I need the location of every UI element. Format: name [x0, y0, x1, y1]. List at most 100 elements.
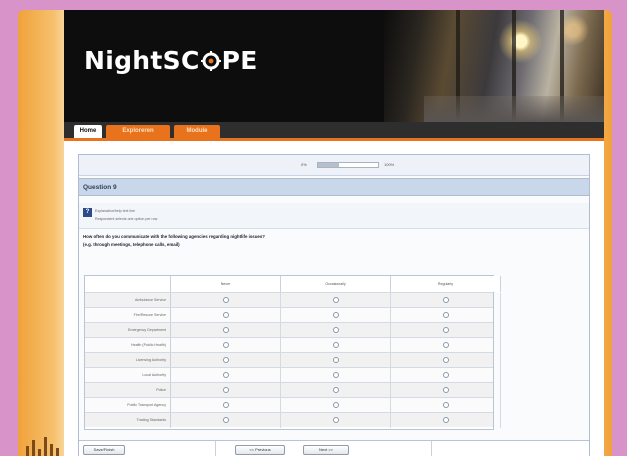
- answer-radio[interactable]: [223, 387, 229, 393]
- row-label: Emergency Department: [128, 328, 166, 332]
- answer-radio[interactable]: [223, 312, 229, 318]
- answer-radio[interactable]: [333, 417, 339, 423]
- help-line-1: Explanation/help text line: [95, 209, 135, 213]
- answer-radio[interactable]: [443, 402, 449, 408]
- answer-cell: [171, 383, 281, 398]
- column-header-label: Occasionally: [325, 282, 346, 286]
- help-icon[interactable]: ?: [83, 208, 92, 217]
- answer-cell: [391, 308, 501, 323]
- progress-fill: [318, 163, 339, 167]
- main-nav: Home Exploreren Module: [64, 122, 604, 138]
- survey-footer: Save/Finish << Previous Next >>: [79, 440, 589, 456]
- answer-cell: [171, 323, 281, 338]
- tab-module[interactable]: Module: [174, 125, 220, 138]
- row-label: Public Transport Agency: [127, 403, 166, 407]
- answer-cell: [171, 293, 281, 308]
- table-row: Health (Public Health): [85, 337, 501, 353]
- answer-radio[interactable]: [333, 312, 339, 318]
- answer-cell: [281, 293, 391, 308]
- answer-cell: [171, 413, 281, 428]
- night-street-photo: [384, 10, 604, 122]
- answer-radio[interactable]: [333, 327, 339, 333]
- table-row: Licensing Authority: [85, 352, 501, 368]
- footer-divider: [431, 441, 432, 456]
- row-label-cell: Health (Public Health): [85, 338, 171, 353]
- answer-radio[interactable]: [223, 297, 229, 303]
- survey-panel: 0% 100% Question 9 ? Explanation/help te…: [78, 154, 590, 456]
- row-label-cell: Licensing Authority: [85, 353, 171, 368]
- answer-radio[interactable]: [333, 342, 339, 348]
- answer-radio[interactable]: [333, 387, 339, 393]
- answer-cell: [391, 293, 501, 308]
- help-row: ? Explanation/help text line Respondent …: [79, 203, 589, 229]
- crosshair-icon: [200, 51, 221, 71]
- site-logo[interactable]: NightSC PE: [84, 46, 258, 75]
- table-row: Emergency Department: [85, 322, 501, 338]
- answer-radio[interactable]: [443, 327, 449, 333]
- row-label-cell: Emergency Department: [85, 323, 171, 338]
- answer-radio[interactable]: [443, 387, 449, 393]
- next-button[interactable]: Next >>: [303, 445, 349, 455]
- answer-radio[interactable]: [443, 342, 449, 348]
- progress-bar: [317, 162, 379, 168]
- tab-home[interactable]: Home: [74, 125, 102, 138]
- row-label: Fire/Rescue Service: [133, 313, 166, 317]
- tab-module-label: Module: [186, 128, 208, 134]
- answer-cell: [281, 398, 391, 413]
- previous-button[interactable]: << Previous: [235, 445, 285, 455]
- save-finish-button[interactable]: Save/Finish: [83, 445, 125, 455]
- answer-radio[interactable]: [223, 402, 229, 408]
- answer-cell: [391, 398, 501, 413]
- nightscope-site: NightSC PE Home Exploreren Module 0% 100…: [64, 10, 604, 456]
- answer-cell: [391, 323, 501, 338]
- answer-radio[interactable]: [443, 417, 449, 423]
- row-label: Licensing Authority: [135, 358, 166, 362]
- row-label-cell: Local Authority: [85, 368, 171, 383]
- answer-cell: [171, 338, 281, 353]
- question-text-line-2: (e.g. through meetings, telephone calls,…: [83, 242, 180, 247]
- answer-radio[interactable]: [223, 417, 229, 423]
- question-text-line-1: How often do you communicate with the fo…: [83, 234, 265, 239]
- question-text: How often do you communicate with the fo…: [79, 232, 589, 260]
- grid-header-empty: [85, 276, 171, 292]
- nav-underline: [64, 138, 604, 141]
- answer-cell: [281, 413, 391, 428]
- answer-radio[interactable]: [333, 357, 339, 363]
- answer-cell: [391, 353, 501, 368]
- answer-cell: [281, 368, 391, 383]
- answer-radio[interactable]: [443, 312, 449, 318]
- site-header: NightSC PE: [64, 10, 604, 122]
- column-header-label: Regularly: [437, 282, 454, 286]
- answer-cell: [281, 383, 391, 398]
- answer-radio[interactable]: [223, 327, 229, 333]
- answer-cell: [171, 368, 281, 383]
- answer-radio[interactable]: [443, 372, 449, 378]
- table-row: Police: [85, 382, 501, 398]
- answer-radio[interactable]: [443, 357, 449, 363]
- answer-radio[interactable]: [333, 402, 339, 408]
- progress-end-label: 100%: [384, 162, 395, 167]
- answer-cell: [281, 353, 391, 368]
- help-line-2: Respondent selects one option per row: [95, 217, 158, 221]
- tab-exploreren[interactable]: Exploreren: [106, 125, 170, 138]
- row-label: Local Authority: [142, 373, 166, 377]
- logo-text-start: NightSC: [84, 46, 200, 75]
- question-title: Question 9: [83, 184, 117, 191]
- table-row: Public Transport Agency: [85, 397, 501, 413]
- column-header-label: Never: [220, 282, 231, 286]
- logo-text-end: PE: [221, 46, 258, 75]
- row-label-cell: Public Transport Agency: [85, 398, 171, 413]
- table-row: Local Authority: [85, 367, 501, 383]
- answer-cell: [171, 353, 281, 368]
- answer-radio[interactable]: [223, 357, 229, 363]
- answer-cell: [391, 338, 501, 353]
- table-row: Ambulance Service: [85, 292, 501, 308]
- answer-radio[interactable]: [223, 372, 229, 378]
- answer-cell: [391, 368, 501, 383]
- answer-radio[interactable]: [443, 297, 449, 303]
- answer-radio[interactable]: [223, 342, 229, 348]
- answer-radio[interactable]: [333, 372, 339, 378]
- answer-grid: Never Occasionally Regularly Ambulance Serv…: [84, 275, 501, 430]
- answer-radio[interactable]: [333, 297, 339, 303]
- progress-row: 0% 100%: [79, 155, 589, 176]
